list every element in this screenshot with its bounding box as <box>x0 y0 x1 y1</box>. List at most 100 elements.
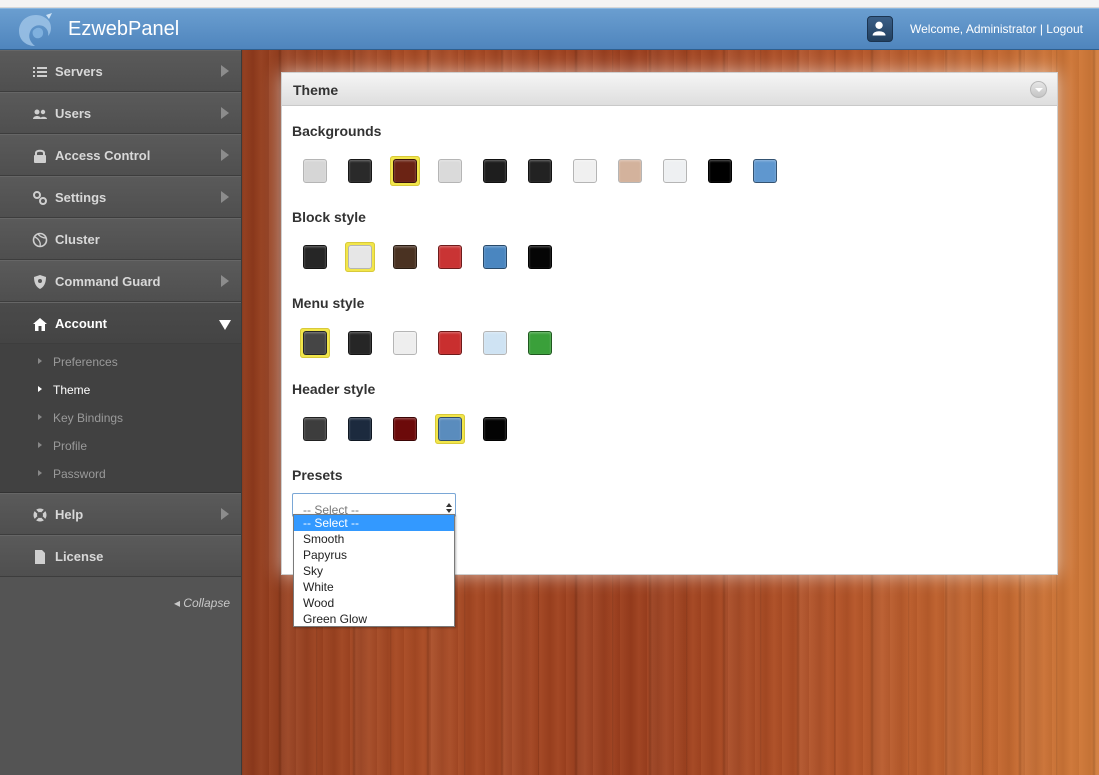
theme-swatch[interactable] <box>300 328 330 358</box>
swatch-color <box>348 159 372 183</box>
theme-swatch[interactable] <box>660 156 690 186</box>
select-down-arrow-icon <box>446 509 452 513</box>
theme-swatch[interactable] <box>480 414 510 444</box>
theme-swatch[interactable] <box>480 328 510 358</box>
submenu-item-label: Preferences <box>53 355 118 369</box>
theme-swatch[interactable] <box>480 156 510 186</box>
sidebar-item-cluster[interactable]: Cluster <box>0 218 241 260</box>
theme-swatch[interactable] <box>300 242 330 272</box>
theme-swatch[interactable] <box>390 328 420 358</box>
theme-swatch[interactable] <box>525 328 555 358</box>
theme-swatch[interactable] <box>615 156 645 186</box>
shield-icon <box>34 275 46 289</box>
swatch-color <box>303 331 327 355</box>
browser-top-strip <box>0 0 1099 8</box>
app-header: EzwebPanel Welcome, Administrator | Logo… <box>0 8 1099 50</box>
chevron-right-icon <box>221 508 229 520</box>
sidebar-item-label: Cluster <box>55 232 100 247</box>
users-icon <box>33 109 47 119</box>
sidebar-item-label: Command Guard <box>55 274 161 289</box>
theme-swatch[interactable] <box>435 242 465 272</box>
preset-option[interactable]: Green Glow <box>294 611 454 627</box>
theme-swatch[interactable] <box>345 328 375 358</box>
swatch-color <box>618 159 642 183</box>
swatch-color <box>438 245 462 269</box>
preset-option[interactable]: White <box>294 579 454 595</box>
submenu-item-theme[interactable]: Theme <box>0 376 241 404</box>
sidebar-item-settings[interactable]: Settings <box>0 176 241 218</box>
theme-swatch[interactable] <box>390 156 420 186</box>
select-up-arrow-icon <box>446 503 452 507</box>
home-icon <box>33 318 47 331</box>
swatch-color <box>483 331 507 355</box>
theme-swatch[interactable] <box>525 156 555 186</box>
theme-swatch[interactable] <box>300 156 330 186</box>
sidebar-item-label: Settings <box>55 190 107 205</box>
swatch-color <box>348 331 372 355</box>
block-style-title: Block style <box>292 209 366 225</box>
user-avatar-icon[interactable] <box>867 16 893 42</box>
theme-swatch[interactable] <box>345 414 375 444</box>
bullet-icon <box>38 442 42 448</box>
presets-title: Presets <box>292 467 343 483</box>
preset-option[interactable]: Smooth <box>294 531 454 547</box>
theme-swatch[interactable] <box>480 242 510 272</box>
submenu-item-key-bindings[interactable]: Key Bindings <box>0 404 241 432</box>
sidebar-item-help[interactable]: Help <box>0 493 241 535</box>
theme-swatch[interactable] <box>345 242 375 272</box>
theme-swatch[interactable] <box>435 328 465 358</box>
swatch-color <box>528 331 552 355</box>
swatch-color <box>483 417 507 441</box>
bullet-icon <box>38 470 42 476</box>
theme-swatch[interactable] <box>435 414 465 444</box>
theme-swatch[interactable] <box>750 156 780 186</box>
theme-swatch[interactable] <box>570 156 600 186</box>
swatch-color <box>663 159 687 183</box>
sidebar-item-label: License <box>55 549 104 564</box>
collapse-arrow-icon: ◂ <box>173 596 184 610</box>
collapse-link[interactable]: ◂ Collapse <box>174 596 230 610</box>
swatch-color <box>393 331 417 355</box>
sidebar-item-account[interactable]: Account <box>0 302 241 344</box>
theme-swatch[interactable] <box>390 414 420 444</box>
submenu-item-profile[interactable]: Profile <box>0 432 241 460</box>
sidebar-item-access-control[interactable]: Access Control <box>0 134 241 176</box>
swatch-color <box>528 245 552 269</box>
swatch-color <box>708 159 732 183</box>
sidebar-item-license[interactable]: License <box>0 535 241 577</box>
submenu-item-label: Profile <box>53 439 88 453</box>
swatch-color <box>393 417 417 441</box>
document-icon <box>35 550 45 564</box>
sidebar-item-label: Servers <box>55 64 103 79</box>
preset-option[interactable]: Sky <box>294 563 454 579</box>
preset-option[interactable]: Papyrus <box>294 547 454 563</box>
swatch-color <box>753 159 777 183</box>
sidebar-item-servers[interactable]: Servers <box>0 50 241 92</box>
theme-swatch[interactable] <box>345 156 375 186</box>
menu-style-title: Menu style <box>292 295 365 311</box>
sidebar-item-users[interactable]: Users <box>0 92 241 134</box>
collapse-panel-icon[interactable] <box>1030 81 1047 98</box>
welcome-logout-link[interactable]: Welcome, Administrator | Logout <box>910 22 1083 36</box>
logo-icon <box>19 13 52 46</box>
theme-panel: Theme Backgrounds Block style Menu style… <box>281 72 1058 627</box>
preset-option[interactable]: -- Select -- <box>294 515 454 531</box>
collapse-label: Collapse <box>183 596 230 610</box>
chevron-right-icon <box>221 191 229 203</box>
submenu-item-preferences[interactable]: Preferences <box>0 348 241 376</box>
theme-swatch[interactable] <box>300 414 330 444</box>
theme-swatch[interactable] <box>390 242 420 272</box>
swatch-color <box>438 417 462 441</box>
lock-icon <box>34 149 46 163</box>
lifebuoy-icon <box>33 508 47 522</box>
theme-swatch[interactable] <box>435 156 465 186</box>
submenu-item-password[interactable]: Password <box>0 460 241 488</box>
sidebar: Servers Users Access Control Settings Cl… <box>0 50 242 775</box>
theme-swatch[interactable] <box>705 156 735 186</box>
preset-option[interactable]: Wood <box>294 595 454 611</box>
theme-swatch[interactable] <box>525 242 555 272</box>
bullet-icon <box>38 386 42 392</box>
chevron-right-icon <box>221 65 229 77</box>
swatch-color <box>303 159 327 183</box>
sidebar-item-command-guard[interactable]: Command Guard <box>0 260 241 302</box>
